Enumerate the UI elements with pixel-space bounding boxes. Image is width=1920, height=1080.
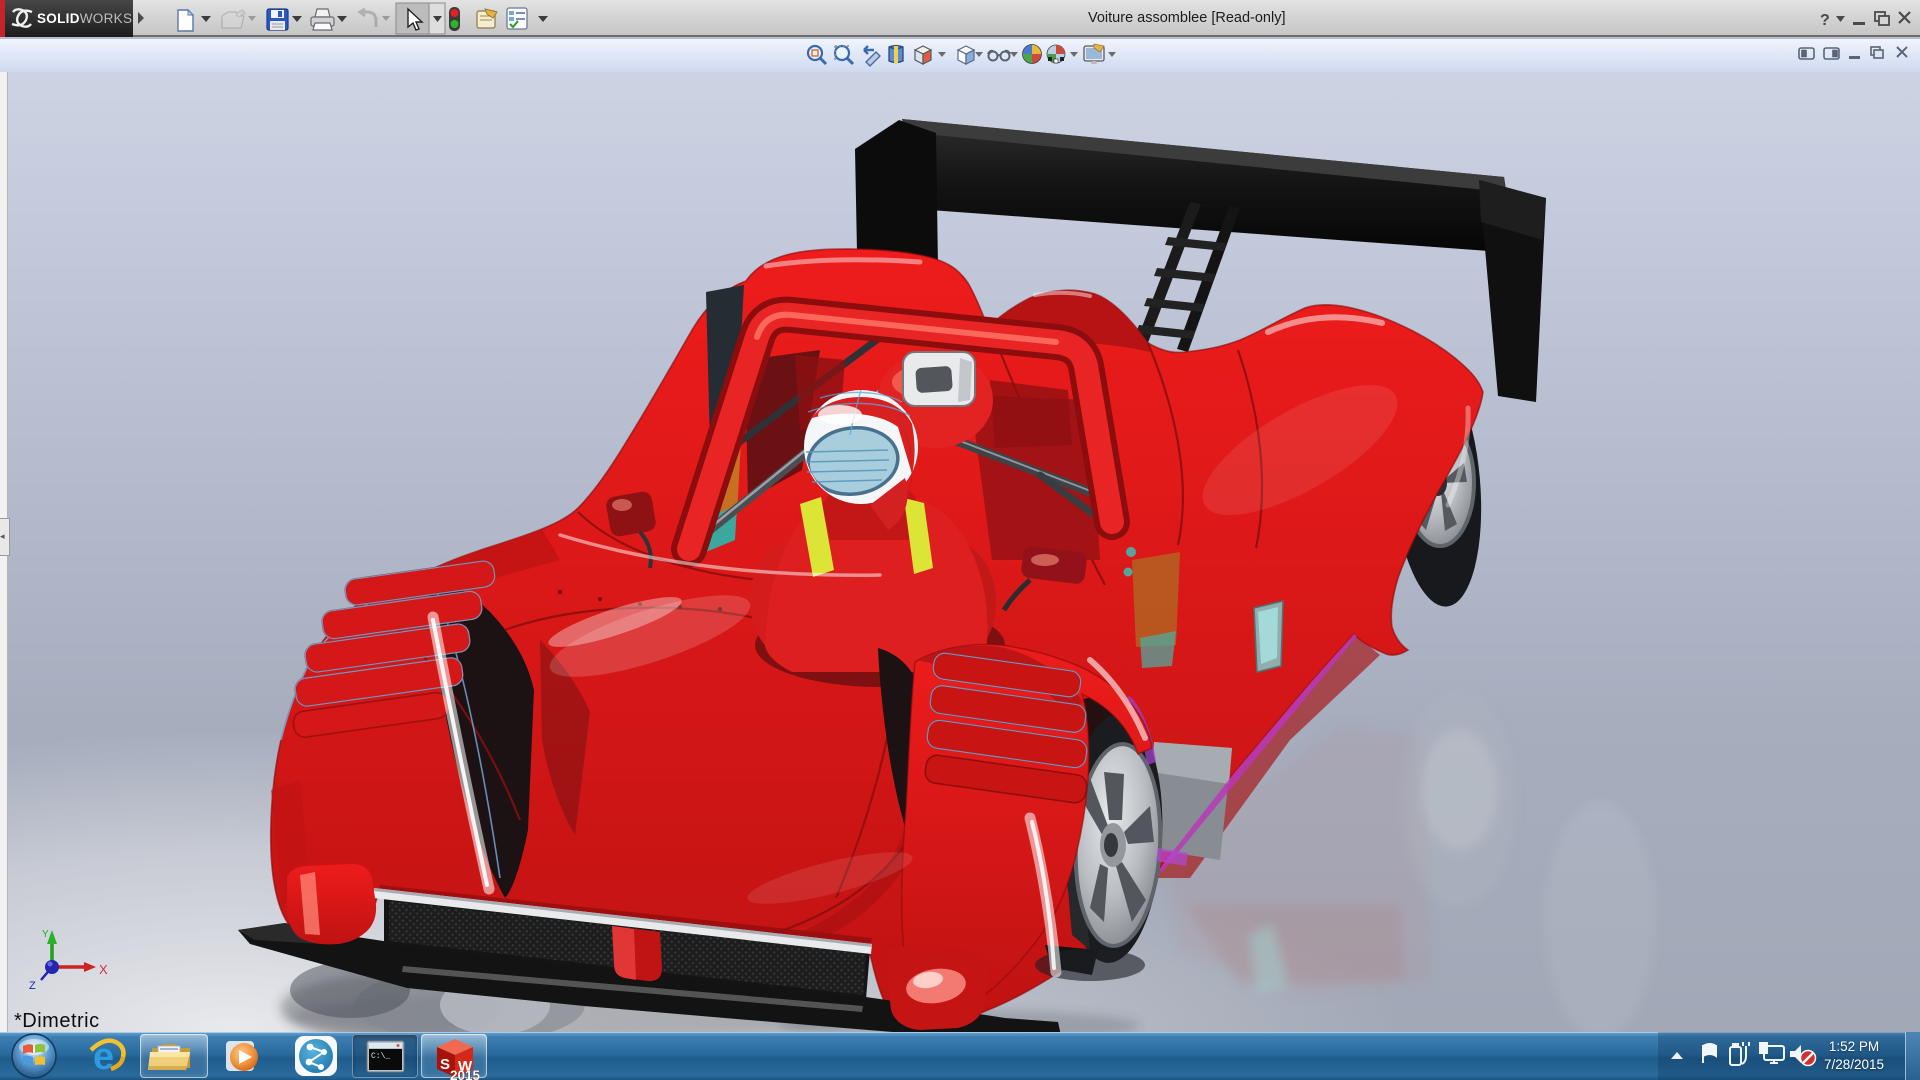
svg-text:X: X xyxy=(99,962,108,977)
svg-text:C:\_: C:\_ xyxy=(371,1052,390,1061)
svg-text:Z: Z xyxy=(29,980,36,992)
svg-text:?: ? xyxy=(1820,12,1830,29)
svg-text:Y: Y xyxy=(42,929,49,940)
svg-text:S: S xyxy=(440,1056,450,1073)
svg-text:2015: 2015 xyxy=(450,1068,481,1080)
